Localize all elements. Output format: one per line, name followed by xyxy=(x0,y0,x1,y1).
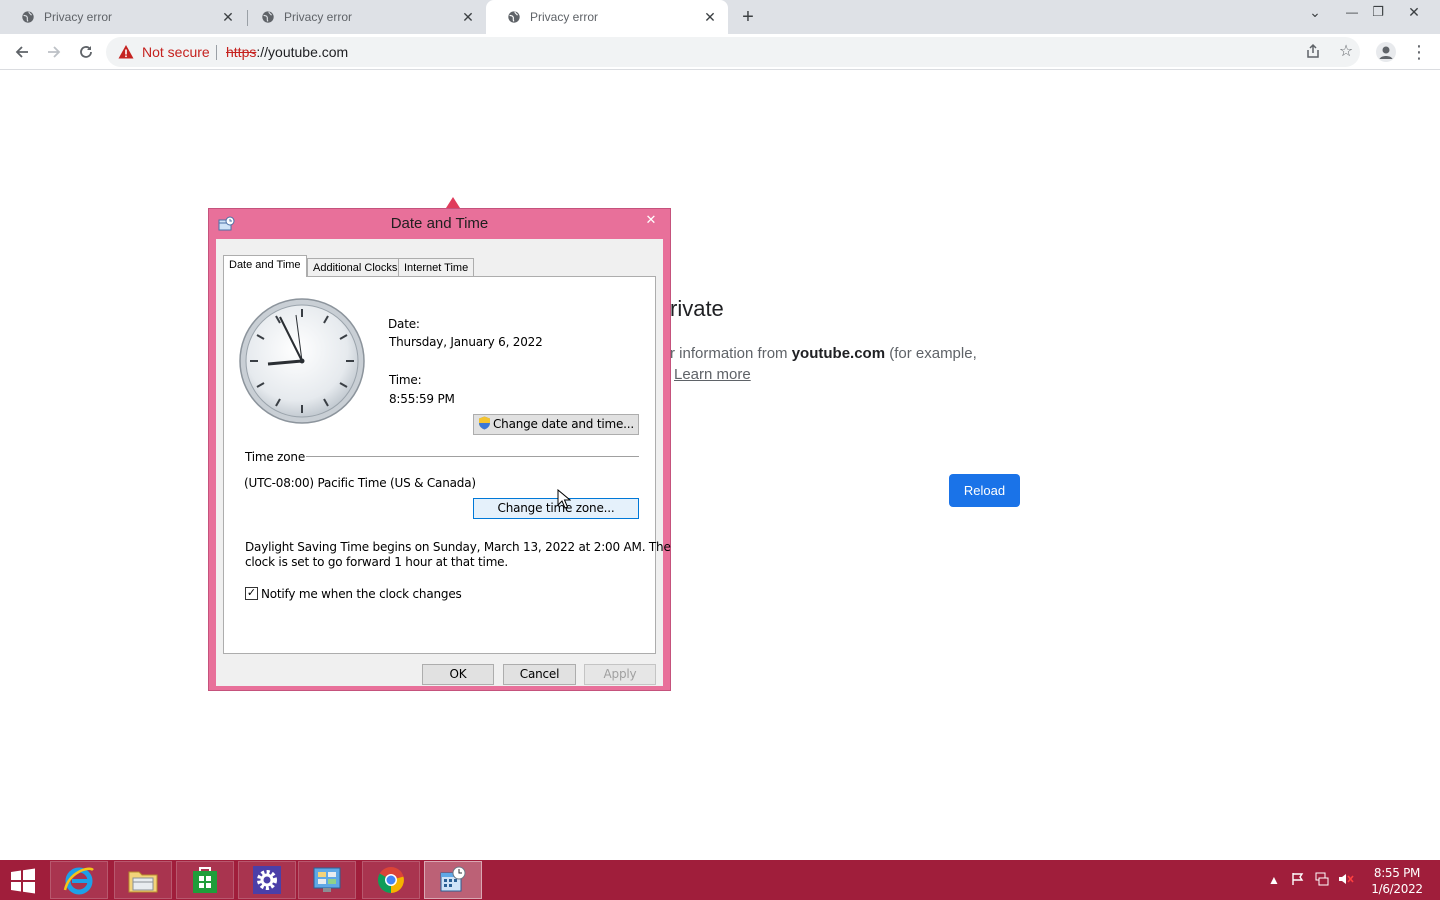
minimize-icon[interactable]: — xyxy=(1338,0,1366,28)
globe-icon xyxy=(262,11,274,23)
date-time-dialog: Date and Time ✕ Date and Time Additional… xyxy=(208,208,671,691)
time-label: Time: xyxy=(389,373,422,387)
date-value: Thursday, January 6, 2022 xyxy=(389,335,543,349)
change-time-zone-button[interactable]: Change time zone... xyxy=(473,498,639,519)
browser-tab-1[interactable]: Privacy error ✕ xyxy=(0,0,246,34)
dialog-title: Date and Time xyxy=(390,215,489,232)
url-host: ://youtube.com xyxy=(256,44,349,60)
bookmark-star-icon[interactable]: ☆ xyxy=(1337,43,1355,61)
new-tab-icon[interactable]: + xyxy=(738,7,758,27)
time-zone-value: (UTC-08:00) Pacific Time (US & Canada) xyxy=(244,476,476,490)
dst-info-line-1: Daylight Saving Time begins on Sunday, M… xyxy=(245,540,671,554)
taskbar-chrome[interactable] xyxy=(362,861,420,899)
profile-avatar-icon[interactable] xyxy=(1376,42,1396,62)
taskbar-date-time[interactable] xyxy=(424,861,482,899)
volume-muted-icon[interactable] xyxy=(1338,872,1354,888)
close-window-icon[interactable]: ✕ xyxy=(1400,0,1428,28)
cancel-button[interactable]: Cancel xyxy=(503,664,576,685)
date-label: Date: xyxy=(388,317,420,331)
analog-clock-icon xyxy=(239,298,365,424)
date-time-icon xyxy=(440,866,466,892)
warning-icon[interactable] xyxy=(118,44,134,60)
globe-icon xyxy=(22,11,34,23)
tab-additional-clocks[interactable]: Additional Clocks xyxy=(307,258,404,278)
file-explorer-icon xyxy=(128,871,158,893)
settings-icon xyxy=(253,866,281,894)
reload-icon[interactable] xyxy=(74,40,98,64)
tab-search-chevron-icon[interactable]: ⌄ xyxy=(1301,0,1329,28)
browser-tab-3-active[interactable]: Privacy error ✕ xyxy=(486,0,728,34)
dst-info-line-2: clock is set to go forward 1 hour at tha… xyxy=(245,555,508,569)
forward-arrow-icon[interactable] xyxy=(42,40,66,64)
share-icon[interactable] xyxy=(1304,43,1322,61)
omnibox-divider xyxy=(216,45,217,60)
tab-close-icon[interactable]: ✕ xyxy=(460,9,476,25)
time-zone-heading: Time zone xyxy=(245,450,306,464)
change-date-time-button[interactable]: Change date and time... xyxy=(473,414,639,435)
url-text[interactable]: https://youtube.com xyxy=(226,44,348,60)
taskbar-internet-explorer[interactable] xyxy=(50,861,108,899)
apply-button[interactable]: Apply xyxy=(584,664,656,685)
taskbar-store[interactable] xyxy=(176,861,234,899)
globe-icon xyxy=(508,11,520,23)
notify-checkbox-label[interactable]: Notify me when the clock changes xyxy=(261,587,462,601)
tab-internet-time[interactable]: Internet Time xyxy=(398,258,475,278)
tab-title: Privacy error xyxy=(530,10,599,24)
dialog-close-icon[interactable]: ✕ xyxy=(635,210,667,230)
page-body-suffix: (for example, xyxy=(885,345,977,362)
windows-start-icon[interactable] xyxy=(8,868,38,894)
url-scheme: https xyxy=(226,44,257,60)
back-arrow-icon[interactable] xyxy=(10,40,34,64)
tab-title: Privacy error xyxy=(284,10,353,24)
windows-taskbar xyxy=(0,860,1440,900)
tab-date-and-time[interactable]: Date and Time xyxy=(223,255,307,277)
ok-button[interactable]: OK xyxy=(422,664,494,685)
page-body-text: r information from youtube.com (for exam… xyxy=(670,342,977,366)
browser-tab-2[interactable]: Privacy error ✕ xyxy=(240,0,486,34)
system-clock-time: 8:55 PM xyxy=(1373,866,1421,880)
tab-title: Privacy error xyxy=(44,10,113,24)
system-clock[interactable]: 8:55 PM 1/6/2022 xyxy=(1366,865,1428,897)
tab-strip: Privacy error ✕ Privacy error ✕ Privacy … xyxy=(0,0,1440,34)
kebab-menu-icon[interactable]: ⋮ xyxy=(1410,42,1428,62)
time-value: 8:55:59 PM xyxy=(389,392,455,406)
change-date-time-label: Change date and time... xyxy=(493,417,634,431)
show-hidden-icons-chevron-icon[interactable]: ▲ xyxy=(1266,872,1282,888)
taskbar-file-explorer[interactable] xyxy=(114,861,172,899)
page-body-domain: youtube.com xyxy=(791,345,886,362)
learn-more-link[interactable]: Learn more xyxy=(674,366,751,383)
browser-toolbar: Not secure https://youtube.com ☆ ⋮ xyxy=(0,34,1440,70)
control-panel-icon xyxy=(313,867,341,892)
system-clock-date: 1/6/2022 xyxy=(1371,882,1423,896)
store-icon xyxy=(193,867,217,893)
page-body-prefix: r information from xyxy=(670,345,792,362)
chrome-icon xyxy=(377,867,404,894)
notify-checkbox[interactable]: ✓ xyxy=(245,587,258,600)
uac-shield-icon xyxy=(479,416,490,430)
time-zone-divider xyxy=(306,456,639,457)
restore-icon[interactable]: ❐ xyxy=(1364,0,1392,28)
mouse-pointer-icon xyxy=(557,489,571,509)
dialog-pointer xyxy=(446,197,460,208)
reload-button[interactable]: Reload xyxy=(949,474,1020,507)
network-icon[interactable] xyxy=(1314,872,1330,888)
address-bar[interactable]: Not secure https://youtube.com ☆ xyxy=(106,37,1360,67)
not-secure-label[interactable]: Not secure xyxy=(142,44,210,60)
tab-close-icon[interactable]: ✕ xyxy=(220,9,236,25)
taskbar-settings[interactable] xyxy=(238,861,296,899)
date-time-tab-panel: Date: Thursday, January 6, 2022 Time: 8:… xyxy=(223,276,671,654)
action-center-flag-icon[interactable] xyxy=(1290,872,1306,888)
internet-explorer-icon xyxy=(63,867,94,895)
dialog-client-area: Date and Time Additional Clocks Internet… xyxy=(216,239,671,686)
taskbar-control-panel[interactable] xyxy=(298,861,356,899)
tab-close-icon[interactable]: ✕ xyxy=(702,9,718,25)
page-heading: rivate xyxy=(670,296,724,321)
